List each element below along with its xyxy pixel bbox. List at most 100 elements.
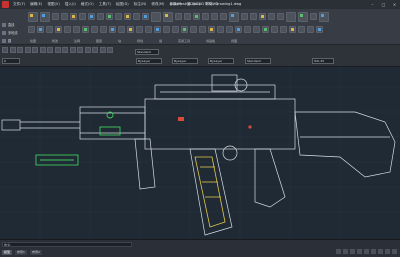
- markup-icon[interactable]: [92, 47, 98, 53]
- panel-label-annotation[interactable]: 注释: [74, 39, 80, 43]
- text-style-combo[interactable]: Standard: [135, 49, 159, 55]
- stretch-icon[interactable]: [97, 13, 104, 20]
- text-icon[interactable]: [151, 11, 161, 22]
- zoom-icon[interactable]: [289, 26, 296, 33]
- offset-icon[interactable]: [142, 13, 149, 20]
- quick-calc-icon[interactable]: [262, 26, 269, 33]
- lineweight-toggle-icon[interactable]: [378, 249, 383, 254]
- orbit-icon[interactable]: [307, 26, 314, 33]
- color-combo[interactable]: ByLayer: [208, 58, 234, 64]
- maximize-icon[interactable]: □: [381, 2, 386, 7]
- menu-file[interactable]: 文件(F): [13, 2, 25, 7]
- layer-match-icon[interactable]: [181, 26, 188, 33]
- draw-tool-icon[interactable]: [28, 11, 38, 22]
- explode-icon[interactable]: [124, 13, 131, 20]
- rectangle-icon[interactable]: [37, 26, 44, 33]
- minimize-icon[interactable]: –: [370, 2, 375, 7]
- tab-layout2[interactable]: 布局2: [29, 250, 42, 255]
- ungroup-icon[interactable]: [277, 13, 284, 20]
- join-icon[interactable]: [100, 26, 107, 33]
- move-tool-icon[interactable]: [40, 11, 50, 22]
- panel-label-groups[interactable]: 组: [159, 39, 162, 43]
- mirror-icon[interactable]: [79, 13, 86, 20]
- ellipse-icon[interactable]: [55, 26, 62, 33]
- panel-label-utilities[interactable]: 实用工具: [178, 39, 190, 43]
- hatch-icon[interactable]: [46, 26, 53, 33]
- sheet-set-icon[interactable]: [84, 47, 91, 53]
- mtext-icon[interactable]: [172, 26, 179, 33]
- copy-icon[interactable]: [52, 13, 59, 20]
- viewcube-icon[interactable]: [316, 26, 323, 33]
- menu-tools[interactable]: 工具(T): [99, 2, 111, 7]
- menu-modify[interactable]: 修改(M): [151, 2, 164, 7]
- leader-icon[interactable]: [175, 13, 182, 20]
- workspace-icon[interactable]: [385, 249, 390, 254]
- polar-icon[interactable]: [357, 249, 362, 254]
- close-icon[interactable]: ×: [392, 2, 397, 7]
- command-line[interactable]: 命令:: [2, 242, 132, 247]
- menu-view[interactable]: 视图(V): [47, 2, 59, 7]
- tab-layout1[interactable]: 布局1: [15, 250, 27, 255]
- linetype-icon[interactable]: [235, 26, 242, 33]
- array-icon[interactable]: [115, 13, 122, 20]
- linetype-combo[interactable]: ByLayer: [136, 58, 162, 64]
- list-icon[interactable]: [253, 26, 260, 33]
- lineweight-combo[interactable]: ByLayer: [172, 58, 198, 64]
- layer-freeze-icon[interactable]: [211, 13, 218, 20]
- rotate-icon[interactable]: [61, 13, 68, 20]
- color-icon[interactable]: [226, 26, 233, 33]
- angular-dim-icon[interactable]: [163, 26, 170, 33]
- lengthen-icon[interactable]: [136, 26, 143, 33]
- menu-insert[interactable]: 插入(I): [65, 2, 76, 7]
- undo-icon[interactable]: [32, 47, 38, 53]
- design-center-icon[interactable]: [69, 47, 76, 53]
- drawing-viewport[interactable]: [0, 67, 400, 239]
- layer-properties-icon[interactable]: [193, 13, 200, 20]
- zoom-extents-icon[interactable]: [54, 47, 61, 53]
- copy-clip-icon[interactable]: [310, 13, 317, 20]
- spline-icon[interactable]: [64, 26, 71, 33]
- break-icon[interactable]: [109, 26, 116, 33]
- ribbon-tool-line[interactable]: 直线: [2, 22, 18, 27]
- edit-block-icon[interactable]: [250, 13, 257, 20]
- layer-on-icon[interactable]: [202, 13, 209, 20]
- chamfer-icon[interactable]: [91, 26, 98, 33]
- panel-label-modify[interactable]: 修改: [52, 39, 58, 43]
- layer-previous-icon[interactable]: [199, 26, 206, 33]
- osnap-icon[interactable]: [364, 249, 369, 254]
- erase-icon[interactable]: [133, 13, 140, 20]
- layer-combo[interactable]: 0: [2, 58, 20, 64]
- snap-icon[interactable]: [336, 249, 341, 254]
- tool-palette-icon[interactable]: [77, 47, 83, 53]
- panel-label-properties[interactable]: 特性: [137, 39, 143, 43]
- panel-label-view[interactable]: 视图: [231, 39, 237, 43]
- print-icon[interactable]: [24, 47, 31, 53]
- table-icon[interactable]: [184, 13, 191, 20]
- panel-label-clipboard[interactable]: 剪贴板: [206, 39, 215, 43]
- trim-icon[interactable]: [70, 13, 77, 20]
- pan-icon[interactable]: [298, 26, 305, 33]
- ortho-icon[interactable]: [350, 249, 355, 254]
- properties-icon[interactable]: [62, 47, 68, 53]
- ribbon-tool-circle[interactable]: 圆: [2, 38, 18, 43]
- plot-style-combo[interactable]: Standard: [245, 58, 271, 64]
- align-icon[interactable]: [127, 26, 134, 33]
- panel-label-draw[interactable]: 绘图: [30, 39, 36, 43]
- linear-dim-icon[interactable]: [145, 26, 152, 33]
- paste-icon[interactable]: [298, 11, 308, 22]
- measure-icon[interactable]: [286, 11, 296, 22]
- cut-icon[interactable]: [280, 26, 287, 33]
- lineweight-icon[interactable]: [244, 26, 251, 33]
- group-icon[interactable]: [268, 13, 275, 20]
- calculator-icon[interactable]: [99, 47, 106, 53]
- dimension-icon[interactable]: [163, 11, 173, 22]
- select-all-icon[interactable]: [271, 26, 278, 33]
- layer-lock-icon[interactable]: [220, 13, 227, 20]
- insert-block-icon[interactable]: [229, 11, 239, 22]
- tab-model[interactable]: 模型: [2, 250, 13, 255]
- cad-drawing-canvas[interactable]: [0, 67, 400, 239]
- scale-icon[interactable]: [106, 13, 113, 20]
- fillet-icon[interactable]: [88, 13, 95, 20]
- arc-icon[interactable]: [28, 26, 35, 33]
- radius-dim-icon[interactable]: [154, 26, 161, 33]
